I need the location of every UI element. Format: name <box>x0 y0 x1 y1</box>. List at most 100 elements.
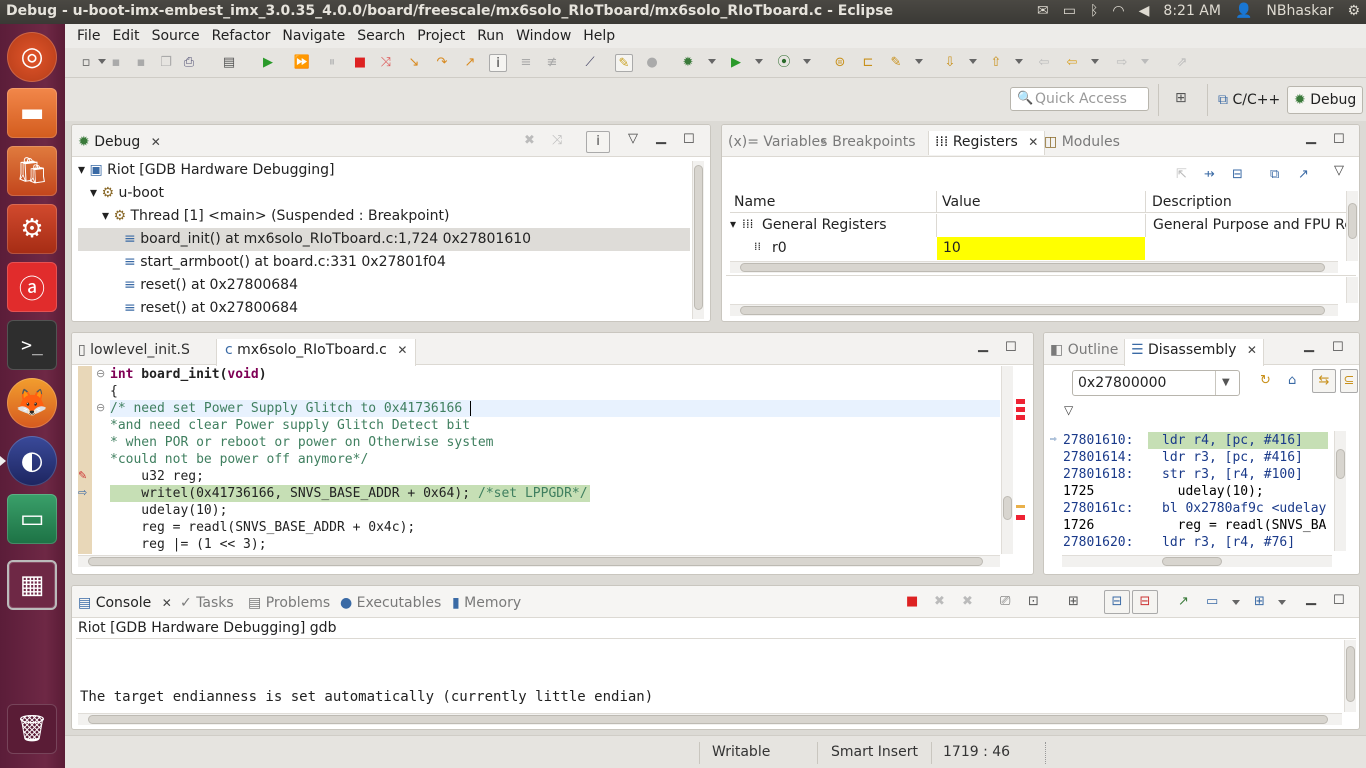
tab-lowlevel-init[interactable]: ▯ lowlevel_init.S <box>78 339 190 363</box>
disassembly-horizontal-scrollbar[interactable] <box>1062 555 1332 567</box>
mark-icon[interactable]: ● <box>643 54 661 72</box>
scrollbar-thumb[interactable] <box>694 165 703 310</box>
perspective-cpp[interactable]: ⧉ C/C++ <box>1211 86 1287 114</box>
show-on-stdout-icon[interactable]: ⊟ <box>1104 590 1130 614</box>
software-center-icon[interactable]: 🛍 <box>7 146 57 196</box>
thread-item[interactable]: ▾ ⚙ Thread [1] <main> (Suspended : Break… <box>102 205 450 228</box>
terminal-icon[interactable]: >_ <box>7 320 57 370</box>
tab-outline[interactable]: ◧ Outline <box>1050 339 1118 363</box>
tab-disassembly[interactable]: ☰ Disassembly ✕ <box>1124 339 1264 366</box>
register-row-r0[interactable]: ⁞⁞ r0 10 <box>730 237 1348 260</box>
new-dropdown-icon[interactable] <box>98 59 106 64</box>
collapse-icon[interactable]: ▾ <box>78 162 85 178</box>
drop-to-frame-icon[interactable]: ≡ <box>517 54 535 72</box>
display-console-dropdown-icon[interactable] <box>1232 600 1240 605</box>
view-menu-icon[interactable]: ▽ <box>1064 403 1073 417</box>
step-return-icon[interactable]: ↗ <box>461 54 479 72</box>
run-dropdown-icon[interactable] <box>755 59 763 64</box>
show-type-icon[interactable]: ⇱ <box>1176 167 1187 182</box>
disconnect-icon[interactable]: ⤨ <box>377 54 395 72</box>
menu-help[interactable]: Help <box>577 28 621 44</box>
resume-all-icon[interactable]: ⏩ <box>293 54 311 72</box>
add-register-group-icon[interactable]: ⇸ <box>1204 167 1215 182</box>
link-with-debug-icon[interactable]: ⇆ <box>1312 369 1336 393</box>
maximize-icon[interactable]: ☐ <box>1332 340 1344 355</box>
pin-editor-icon[interactable]: ⇗ <box>1173 54 1191 72</box>
menu-source[interactable]: Source <box>146 28 206 44</box>
step-over-icon[interactable]: ↷ <box>433 54 451 72</box>
stack-frame-selected[interactable]: ≡ board_init() at mx6solo_RIoTboard.c:1,… <box>78 228 690 251</box>
display-console-icon[interactable]: ▭ <box>1206 594 1218 609</box>
overview-marker[interactable] <box>1016 415 1025 420</box>
wifi-icon[interactable]: ◠ <box>1112 3 1124 19</box>
instruction-stepping-toggle-icon[interactable]: i <box>586 131 610 153</box>
menu-navigate[interactable]: Navigate <box>276 28 351 44</box>
column-description[interactable]: Description <box>1152 194 1232 210</box>
stack-frame[interactable]: ≡ reset() at 0x27800684 <box>124 297 298 320</box>
external-tools-icon[interactable]: ⦿ <box>775 54 793 72</box>
tab-variables[interactable]: (x)= Variables <box>728 131 827 155</box>
next-annotation-dropdown-icon[interactable] <box>969 59 977 64</box>
new-icon[interactable]: ▫ <box>77 54 95 72</box>
forward-icon[interactable]: ⇨ <box>1113 54 1131 72</box>
settings-icon[interactable]: ⚙ <box>7 204 57 254</box>
show-source-icon[interactable]: ⊆ <box>1340 369 1358 393</box>
home-icon[interactable]: ⌂ <box>1288 373 1296 388</box>
menu-edit[interactable]: Edit <box>106 28 145 44</box>
suspend-icon[interactable]: ⏸ <box>323 54 341 72</box>
minimize-icon[interactable]: ▁ <box>656 130 666 145</box>
chevron-down-icon[interactable]: ▼ <box>1222 377 1230 388</box>
address-combo[interactable]: 0x27800000 ▼ <box>1072 370 1240 396</box>
overview-marker[interactable] <box>1016 407 1025 412</box>
files-icon[interactable]: ▬ <box>7 88 57 138</box>
close-icon[interactable]: ✕ <box>397 343 407 357</box>
layout-icon[interactable]: ⧉ <box>1270 167 1279 182</box>
highlight-icon[interactable]: ✎ <box>615 54 633 72</box>
open-console-dropdown-icon[interactable] <box>1278 600 1286 605</box>
menu-project[interactable]: Project <box>411 28 471 44</box>
console-vertical-scrollbar[interactable] <box>1344 640 1356 712</box>
use-step-filters-icon[interactable]: ≢ <box>543 54 561 72</box>
scrollbar-thumb[interactable] <box>740 306 1325 315</box>
detail-pane-horizontal-scrollbar[interactable] <box>730 304 1338 316</box>
editor-vertical-scrollbar[interactable] <box>1001 366 1013 554</box>
run-icon[interactable]: ▶ <box>727 54 745 72</box>
open-console-icon[interactable]: ⊞ <box>1254 594 1265 609</box>
registers-vertical-scrollbar[interactable] <box>1346 191 1358 261</box>
scrollbar-thumb[interactable] <box>88 557 983 566</box>
scrollbar-thumb[interactable] <box>1162 557 1222 566</box>
maximize-icon[interactable]: ☐ <box>1333 132 1345 147</box>
terminate-icon[interactable]: ■ <box>351 54 369 72</box>
view-menu-icon[interactable]: ▽ <box>628 131 638 146</box>
debug-dropdown-icon[interactable] <box>708 59 716 64</box>
tab-registers[interactable]: ⁞⁞⁞ Registers ✕ <box>928 131 1046 155</box>
menu-window[interactable]: Window <box>510 28 577 44</box>
collapse-icon[interactable]: ▾ <box>102 208 109 224</box>
remove-all-terminated-icon[interactable]: ✖ <box>962 594 973 609</box>
collapse-all-icon[interactable]: ⊟ <box>1232 167 1243 182</box>
editor-horizontal-scrollbar[interactable] <box>78 555 1000 567</box>
stack-frame[interactable]: ≡ start_armboot() at board.c:331 0x27801… <box>124 251 446 274</box>
clear-console-icon[interactable]: ⎚ <box>1000 594 1010 609</box>
export-icon[interactable]: ↗ <box>1298 167 1309 182</box>
remove-all-terminated-icon[interactable]: ✖ <box>524 133 535 148</box>
bluetooth-icon[interactable]: ᛒ <box>1090 3 1098 19</box>
resume-icon[interactable]: ▶ <box>259 54 277 72</box>
scroll-lock-icon[interactable]: ⊡ <box>1028 594 1039 609</box>
terminate-icon[interactable]: ■ <box>906 594 918 609</box>
maximize-icon[interactable]: ☐ <box>683 132 695 147</box>
collapse-icon[interactable]: ▾ <box>730 217 736 231</box>
menu-search[interactable]: Search <box>351 28 411 44</box>
back-icon[interactable]: ⇦ <box>1063 54 1081 72</box>
battery-icon[interactable]: ▭ <box>1063 3 1076 19</box>
last-edit-icon[interactable]: ⇦ <box>1035 54 1053 72</box>
scrollbar-thumb[interactable] <box>1348 203 1357 239</box>
menu-run[interactable]: Run <box>471 28 510 44</box>
tab-modules[interactable]: ◫ Modules <box>1044 131 1120 155</box>
process-item[interactable]: ▾ ⚙ u-boot <box>90 182 164 205</box>
skip-breakpoints-icon[interactable]: ⟋ <box>581 54 599 72</box>
overview-marker[interactable] <box>1016 515 1025 520</box>
copy-icon[interactable]: ❐ <box>157 54 175 72</box>
forward-dropdown-icon[interactable] <box>1141 59 1149 64</box>
instruction-stepping-icon[interactable]: i <box>489 54 507 72</box>
